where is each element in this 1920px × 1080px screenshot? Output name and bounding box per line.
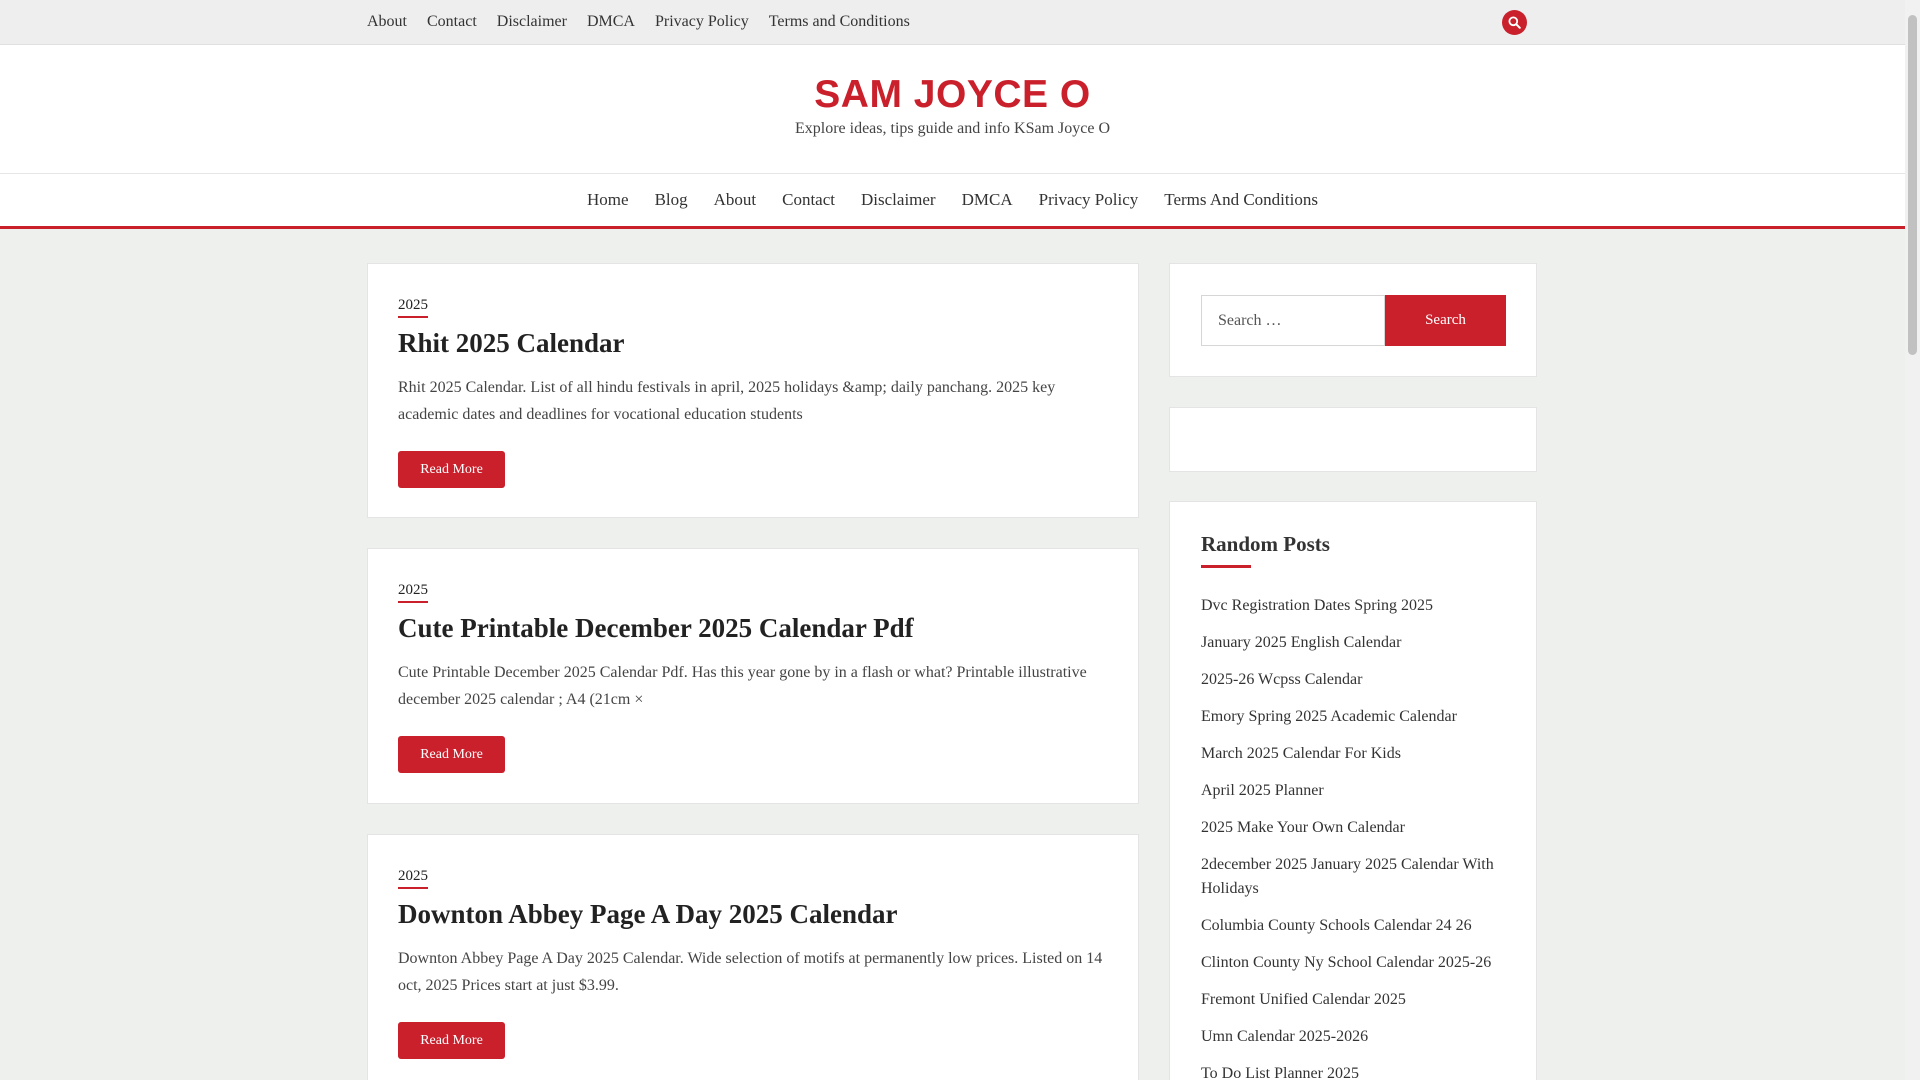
main-nav: Home Blog About Contact Disclaimer DMCA … <box>0 173 1905 229</box>
top-nav: About Contact Disclaimer DMCA Privacy Po… <box>367 12 910 32</box>
search-widget: Search <box>1169 263 1537 377</box>
post-category[interactable]: 2025 <box>398 296 428 318</box>
empty-widget <box>1169 407 1537 472</box>
read-more-button[interactable]: Read More <box>398 451 505 488</box>
top-nav-contact[interactable]: Contact <box>427 12 477 32</box>
top-nav-terms[interactable]: Terms and Conditions <box>769 12 910 32</box>
search-toggle-button[interactable] <box>1502 10 1527 35</box>
random-posts-list: Dvc Registration Dates Spring 2025 Janua… <box>1201 594 1511 1080</box>
scrollbar-thumb[interactable] <box>1908 15 1917 355</box>
list-item[interactable]: To Do List Planner 2025 <box>1201 1065 1359 1080</box>
post-card: 2025 Rhit 2025 Calendar Rhit 2025 Calend… <box>367 263 1139 518</box>
list-item[interactable]: Dvc Registration Dates Spring 2025 <box>1201 597 1433 614</box>
read-more-button[interactable]: Read More <box>398 736 505 773</box>
post-excerpt: Rhit 2025 Calendar. List of all hindu fe… <box>398 379 1056 423</box>
post-excerpt: Downton Abbey Page A Day 2025 Calendar. … <box>398 950 1103 994</box>
nav-contact[interactable]: Contact <box>782 190 835 210</box>
nav-about[interactable]: About <box>714 190 757 210</box>
list-item[interactable]: Clinton County Ny School Calendar 2025-2… <box>1201 954 1491 971</box>
top-nav-privacy-policy[interactable]: Privacy Policy <box>655 12 749 32</box>
list-item[interactable]: 2025-26 Wcpss Calendar <box>1201 671 1362 688</box>
title-underline <box>1201 565 1251 568</box>
list-item[interactable]: Umn Calendar 2025-2026 <box>1201 1028 1368 1045</box>
search-input[interactable] <box>1201 295 1385 346</box>
post-excerpt: Cute Printable December 2025 Calendar Pd… <box>398 664 1087 708</box>
post-title[interactable]: Cute Printable December 2025 Calendar Pd… <box>398 612 914 644</box>
post-card: 2025 Downton Abbey Page A Day 2025 Calen… <box>367 834 1139 1080</box>
nav-home[interactable]: Home <box>587 190 629 210</box>
page-scrollbar[interactable] <box>1905 0 1920 1080</box>
random-posts-widget: Random Posts Dvc Registration Dates Spri… <box>1169 501 1537 1080</box>
post-title[interactable]: Rhit 2025 Calendar <box>398 327 625 359</box>
post-card: 2025 Cute Printable December 2025 Calend… <box>367 548 1139 804</box>
widget-title: Random Posts <box>1201 532 1330 556</box>
list-item[interactable]: Fremont Unified Calendar 2025 <box>1201 991 1406 1008</box>
top-nav-about[interactable]: About <box>367 12 407 32</box>
top-nav-dmca[interactable]: DMCA <box>587 12 635 32</box>
nav-dmca[interactable]: DMCA <box>962 190 1013 210</box>
list-item[interactable]: April 2025 Planner <box>1201 782 1324 799</box>
nav-blog[interactable]: Blog <box>655 190 688 210</box>
list-item[interactable]: 2025 Make Your Own Calendar <box>1201 819 1405 836</box>
post-category[interactable]: 2025 <box>398 581 428 603</box>
list-item[interactable]: March 2025 Calendar For Kids <box>1201 745 1401 762</box>
nav-terms[interactable]: Terms And Conditions <box>1164 190 1318 210</box>
top-nav-disclaimer[interactable]: Disclaimer <box>497 12 567 32</box>
search-button[interactable]: Search <box>1385 295 1506 346</box>
post-title[interactable]: Downton Abbey Page A Day 2025 Calendar <box>398 898 898 930</box>
top-bar: About Contact Disclaimer DMCA Privacy Po… <box>0 0 1905 45</box>
list-item[interactable]: January 2025 English Calendar <box>1201 634 1401 651</box>
nav-disclaimer[interactable]: Disclaimer <box>861 190 936 210</box>
nav-privacy-policy[interactable]: Privacy Policy <box>1039 190 1139 210</box>
site-header: SAM JOYCE O Explore ideas, tips guide an… <box>0 45 1905 173</box>
post-category[interactable]: 2025 <box>398 867 428 889</box>
list-item[interactable]: Columbia County Schools Calendar 24 26 <box>1201 917 1472 934</box>
site-title[interactable]: SAM JOYCE O <box>0 73 1905 117</box>
list-item[interactable]: Emory Spring 2025 Academic Calendar <box>1201 708 1457 725</box>
list-item[interactable]: 2december 2025 January 2025 Calendar Wit… <box>1201 856 1494 897</box>
site-tagline: Explore ideas, tips guide and info KSam … <box>794 120 1111 137</box>
search-icon <box>1508 16 1521 29</box>
read-more-button[interactable]: Read More <box>398 1022 505 1059</box>
